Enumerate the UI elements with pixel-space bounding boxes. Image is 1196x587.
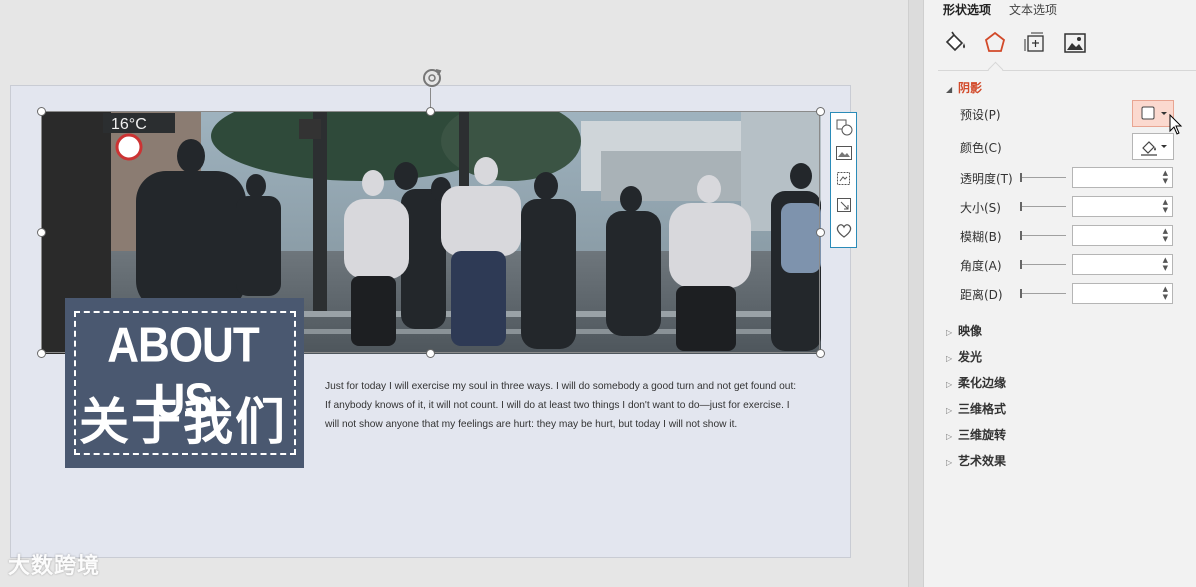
color-dropdown-button[interactable] xyxy=(1132,133,1174,160)
blur-spinbox[interactable]: ▲ ▼ xyxy=(1072,225,1173,246)
section-soft-edges[interactable]: ▷ 柔化边缘 xyxy=(946,374,1006,391)
resize-handle-top-right[interactable] xyxy=(816,107,825,116)
watermark: 大数跨境 xyxy=(8,554,101,579)
section-label: 三维旋转 xyxy=(958,428,1007,442)
section-shadow[interactable]: ◢ 阴影 xyxy=(946,79,982,96)
expand-triangle-icon: ▷ xyxy=(946,328,953,337)
blur-slider[interactable] xyxy=(1021,235,1066,236)
resize-handle-top[interactable] xyxy=(426,107,435,116)
distance-spinbox[interactable]: ▲ ▼ xyxy=(1072,283,1173,304)
slide-canvas: 16°C ABOUT US 关于我们 Just for today I will… xyxy=(0,0,908,587)
resize-handle-left[interactable] xyxy=(37,228,46,237)
tab-text-options[interactable]: 文本选项 xyxy=(1009,1,1057,18)
format-shape-pane: 形状选项 文本选项 ◢ 阴影 预设(P) 颜色(C) 透明度(T) ▲ ▼ 大小(S… xyxy=(924,0,1196,587)
expand-triangle-icon: ▷ xyxy=(946,406,953,415)
active-tab-caret xyxy=(987,61,1004,78)
expand-triangle-icon: ▷ xyxy=(946,432,953,441)
section-glow[interactable]: ▷ 发光 xyxy=(946,348,982,365)
body-line: will not show anyone that my feelings ar… xyxy=(325,419,738,430)
preset-dropdown-button[interactable] xyxy=(1132,100,1174,127)
body-line: If anybody knows of it, it will not coun… xyxy=(325,400,790,411)
distance-slider-thumb[interactable] xyxy=(1020,289,1022,298)
section-label: 发光 xyxy=(958,350,983,364)
favorite-heart-icon[interactable] xyxy=(834,221,854,241)
temperature-sign: 16°C xyxy=(111,116,147,133)
transparency-slider[interactable] xyxy=(1021,177,1066,178)
collapse-triangle-icon: ◢ xyxy=(946,85,953,94)
floating-toolbar xyxy=(830,112,857,248)
blur-slider-thumb[interactable] xyxy=(1020,231,1022,240)
tab-shape-options[interactable]: 形状选项 xyxy=(943,1,991,18)
transparency-spinbox[interactable]: ▲ ▼ xyxy=(1072,167,1173,188)
expand-triangle-icon: ▷ xyxy=(946,354,953,363)
section-3d-rotation[interactable]: ▷ 三维旋转 xyxy=(946,426,1006,443)
resize-icon[interactable] xyxy=(834,195,854,215)
size-slider-thumb[interactable] xyxy=(1020,202,1022,211)
resize-handle-bottom-left[interactable] xyxy=(37,349,46,358)
blur-label: 模糊(B) xyxy=(960,230,1002,244)
section-reflection[interactable]: ▷ 映像 xyxy=(946,322,982,339)
resize-handle-top-left[interactable] xyxy=(37,107,46,116)
preset-label: 预设(P) xyxy=(960,108,1001,122)
resize-handle-bottom[interactable] xyxy=(426,349,435,358)
size-slider[interactable] xyxy=(1021,206,1066,207)
section-label: 柔化边缘 xyxy=(958,376,1007,390)
resize-handle-right[interactable] xyxy=(816,228,825,237)
angle-slider[interactable] xyxy=(1021,264,1066,265)
section-3d-format[interactable]: ▷ 三维格式 xyxy=(946,400,1006,417)
fill-line-icon[interactable] xyxy=(942,30,968,56)
body-line: Just for today I will exercise my soul i… xyxy=(325,381,797,392)
picture-icon[interactable] xyxy=(834,143,854,163)
layout-options-icon[interactable] xyxy=(834,117,854,137)
section-label: 艺术效果 xyxy=(958,454,1007,468)
transparency-label: 透明度(T) xyxy=(960,172,1013,186)
picture-icon[interactable] xyxy=(1062,30,1088,56)
color-label: 颜色(C) xyxy=(960,141,1002,155)
section-shadow-label: 阴影 xyxy=(958,81,983,95)
transparency-slider-thumb[interactable] xyxy=(1020,173,1022,182)
section-artistic-effects[interactable]: ▷ 艺术效果 xyxy=(946,452,1006,469)
size-properties-icon[interactable] xyxy=(1022,30,1048,56)
angle-label: 角度(A) xyxy=(960,259,1002,273)
size-spinbox[interactable]: ▲ ▼ xyxy=(1072,196,1173,217)
title-chinese[interactable]: 关于我们 xyxy=(74,382,292,454)
crop-icon[interactable] xyxy=(834,169,854,189)
size-label: 大小(S) xyxy=(960,201,1001,215)
expand-triangle-icon: ▷ xyxy=(946,458,953,467)
rotate-handle-icon[interactable] xyxy=(421,67,443,89)
distance-slider[interactable] xyxy=(1021,293,1066,294)
angle-spinbox[interactable]: ▲ ▼ xyxy=(1072,254,1173,275)
expand-triangle-icon: ▷ xyxy=(946,380,953,389)
distance-label: 距离(D) xyxy=(960,288,1003,302)
resize-handle-bottom-right[interactable] xyxy=(816,349,825,358)
section-label: 映像 xyxy=(958,324,983,338)
section-label: 三维格式 xyxy=(958,402,1007,416)
angle-slider-thumb[interactable] xyxy=(1020,260,1022,269)
effects-pentagon-icon[interactable] xyxy=(982,30,1008,56)
body-text[interactable]: Just for today I will exercise my soul i… xyxy=(325,377,820,434)
vertical-scrollbar[interactable] xyxy=(908,0,924,587)
tab-divider xyxy=(938,70,1196,71)
